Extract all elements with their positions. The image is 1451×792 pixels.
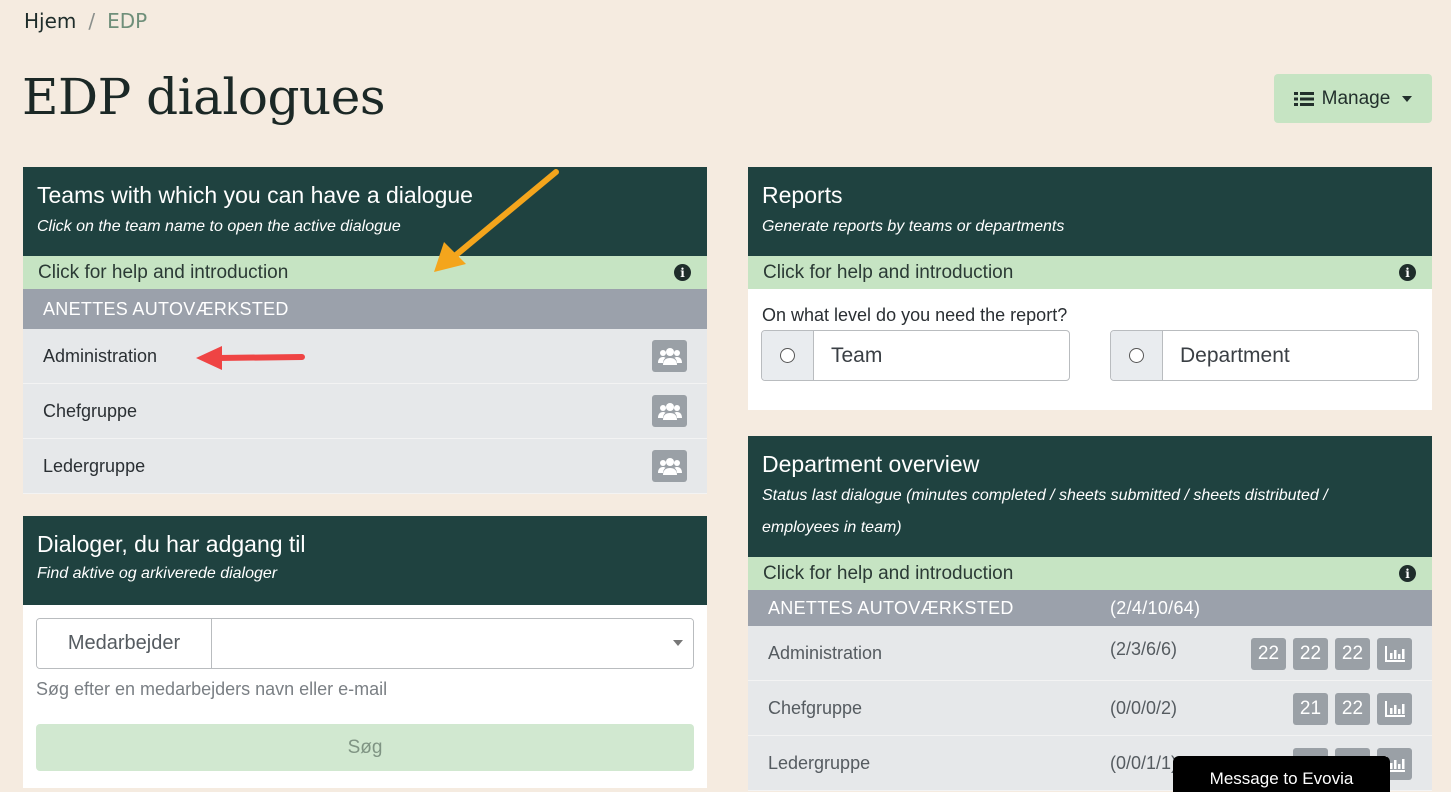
department-row-stat: (0/0/0/2) (1110, 697, 1178, 718)
teams-card-title: Teams with which you can have a dialogue (37, 182, 473, 208)
radio-option-team[interactable]: Team (761, 330, 1070, 381)
radio-team[interactable] (780, 348, 795, 363)
breadcrumb-separator: / (88, 9, 96, 33)
team-members-button[interactable] (652, 395, 687, 427)
search-form: Medarbejder Søg efter en medarbejders na… (23, 605, 707, 785)
dialogs-card-header: Dialoger, du har adgang til Find aktive … (23, 516, 707, 605)
department-help-label: Click for help and introduction (763, 562, 1014, 584)
teams-group-header: ANETTES AUTOVÆRKSTED (23, 289, 707, 329)
department-card-header: Department overview Status last dialogue… (748, 436, 1432, 557)
manage-button[interactable]: Manage (1274, 74, 1432, 123)
users-icon (657, 458, 682, 475)
dialogs-card: Dialoger, du har adgang til Find aktive … (23, 516, 707, 788)
team-row-ledergruppe[interactable]: Ledergruppe (23, 439, 707, 494)
teams-card: Teams with which you can have a dialogue… (23, 167, 707, 494)
chart-button[interactable] (1377, 638, 1412, 670)
info-icon: i (1399, 264, 1416, 281)
radio-department[interactable] (1129, 348, 1144, 363)
employee-label: Medarbejder (37, 619, 212, 668)
list-icon (1293, 91, 1314, 106)
department-row-administration: Administration (2/3/6/6) 22 22 22 (748, 626, 1432, 681)
radio-cell (762, 331, 814, 380)
department-row-badges: 22 22 22 (1251, 638, 1412, 670)
dialogue-badge[interactable]: 21 (1293, 693, 1328, 725)
report-question: On what level do you need the report? (762, 305, 1068, 325)
dialogue-badge[interactable]: 22 (1335, 638, 1370, 670)
reports-help-bar[interactable]: Click for help and introduction i (748, 256, 1432, 289)
employee-input-group: Medarbejder (36, 618, 694, 669)
users-icon (657, 403, 682, 420)
employee-select[interactable] (212, 619, 693, 668)
breadcrumb: Hjem / EDP (24, 8, 147, 34)
radio-team-label: Team (831, 343, 883, 367)
department-row-name: Administration (768, 642, 883, 663)
team-name[interactable]: Chefgruppe (43, 401, 137, 422)
select-caret-icon (673, 640, 683, 646)
dialogue-badge[interactable]: 22 (1335, 693, 1370, 725)
message-to-evovia-button[interactable]: Message to Evovia (1173, 756, 1390, 792)
department-row-badges: 21 22 (1293, 693, 1412, 725)
team-name[interactable]: Ledergruppe (43, 456, 145, 477)
users-icon (657, 348, 682, 365)
reports-card-header: Reports Generate reports by teams or dep… (748, 167, 1432, 256)
department-row-name: Chefgruppe (768, 697, 863, 718)
reports-card-title: Reports (762, 182, 843, 208)
breadcrumb-current: EDP (107, 9, 148, 33)
teams-card-header: Teams with which you can have a dialogue… (23, 167, 707, 256)
chart-button[interactable] (1377, 693, 1412, 725)
bar-chart-icon (1384, 646, 1405, 662)
page-title: EDP dialogues (22, 68, 385, 126)
reports-card: Reports Generate reports by teams or dep… (748, 167, 1432, 410)
dialogs-card-subtitle: Find aktive og arkiverede dialoger (37, 565, 278, 582)
reports-help-label: Click for help and introduction (763, 261, 1014, 283)
caret-down-icon (1402, 95, 1413, 102)
dialogs-card-title: Dialoger, du har adgang til (37, 531, 306, 557)
radio-option-department[interactable]: Department (1110, 330, 1419, 381)
teams-help-label: Click for help and introduction (38, 261, 289, 283)
department-row-chefgruppe: Chefgruppe (0/0/0/2) 21 22 (748, 681, 1432, 736)
report-level-options: Team Department (748, 330, 1432, 408)
team-members-button[interactable] (652, 450, 687, 482)
manage-label: Manage (1321, 87, 1391, 109)
department-row-stat: (2/3/6/6) (1110, 638, 1178, 659)
department-card-title: Department overview (762, 451, 980, 477)
team-row-administration[interactable]: Administration (23, 329, 707, 384)
info-icon: i (674, 264, 691, 281)
reports-card-subtitle: Generate reports by teams or departments (762, 218, 1065, 235)
radio-cell (1111, 331, 1163, 380)
bar-chart-icon (1384, 701, 1405, 717)
department-group-header: ANETTES AUTOVÆRKSTED (2/4/10/64) (748, 590, 1432, 626)
department-help-bar[interactable]: Click for help and introduction i (748, 557, 1432, 590)
employee-hint: Søg efter en medarbejders navn eller e-m… (36, 679, 388, 699)
dialogue-badge[interactable]: 22 (1293, 638, 1328, 670)
teams-help-bar[interactable]: Click for help and introduction i (23, 256, 707, 289)
search-button[interactable]: Søg (36, 724, 694, 771)
team-members-button[interactable] (652, 340, 687, 372)
info-icon: i (1399, 565, 1416, 582)
team-row-chefgruppe[interactable]: Chefgruppe (23, 384, 707, 439)
department-row-name: Ledergruppe (768, 752, 871, 773)
department-group-stat: (2/4/10/64) (1110, 597, 1201, 618)
teams-card-subtitle: Click on the team name to open the activ… (37, 218, 401, 235)
department-group-name: ANETTES AUTOVÆRKSTED (768, 597, 1014, 618)
department-card-subtitle: Status last dialogue (minutes completed … (762, 487, 1328, 536)
department-overview-card: Department overview Status last dialogue… (748, 436, 1432, 792)
radio-department-label: Department (1180, 343, 1290, 367)
team-name[interactable]: Administration (43, 346, 157, 367)
dialogue-badge[interactable]: 22 (1251, 638, 1286, 670)
breadcrumb-home-link[interactable]: Hjem (24, 8, 76, 34)
